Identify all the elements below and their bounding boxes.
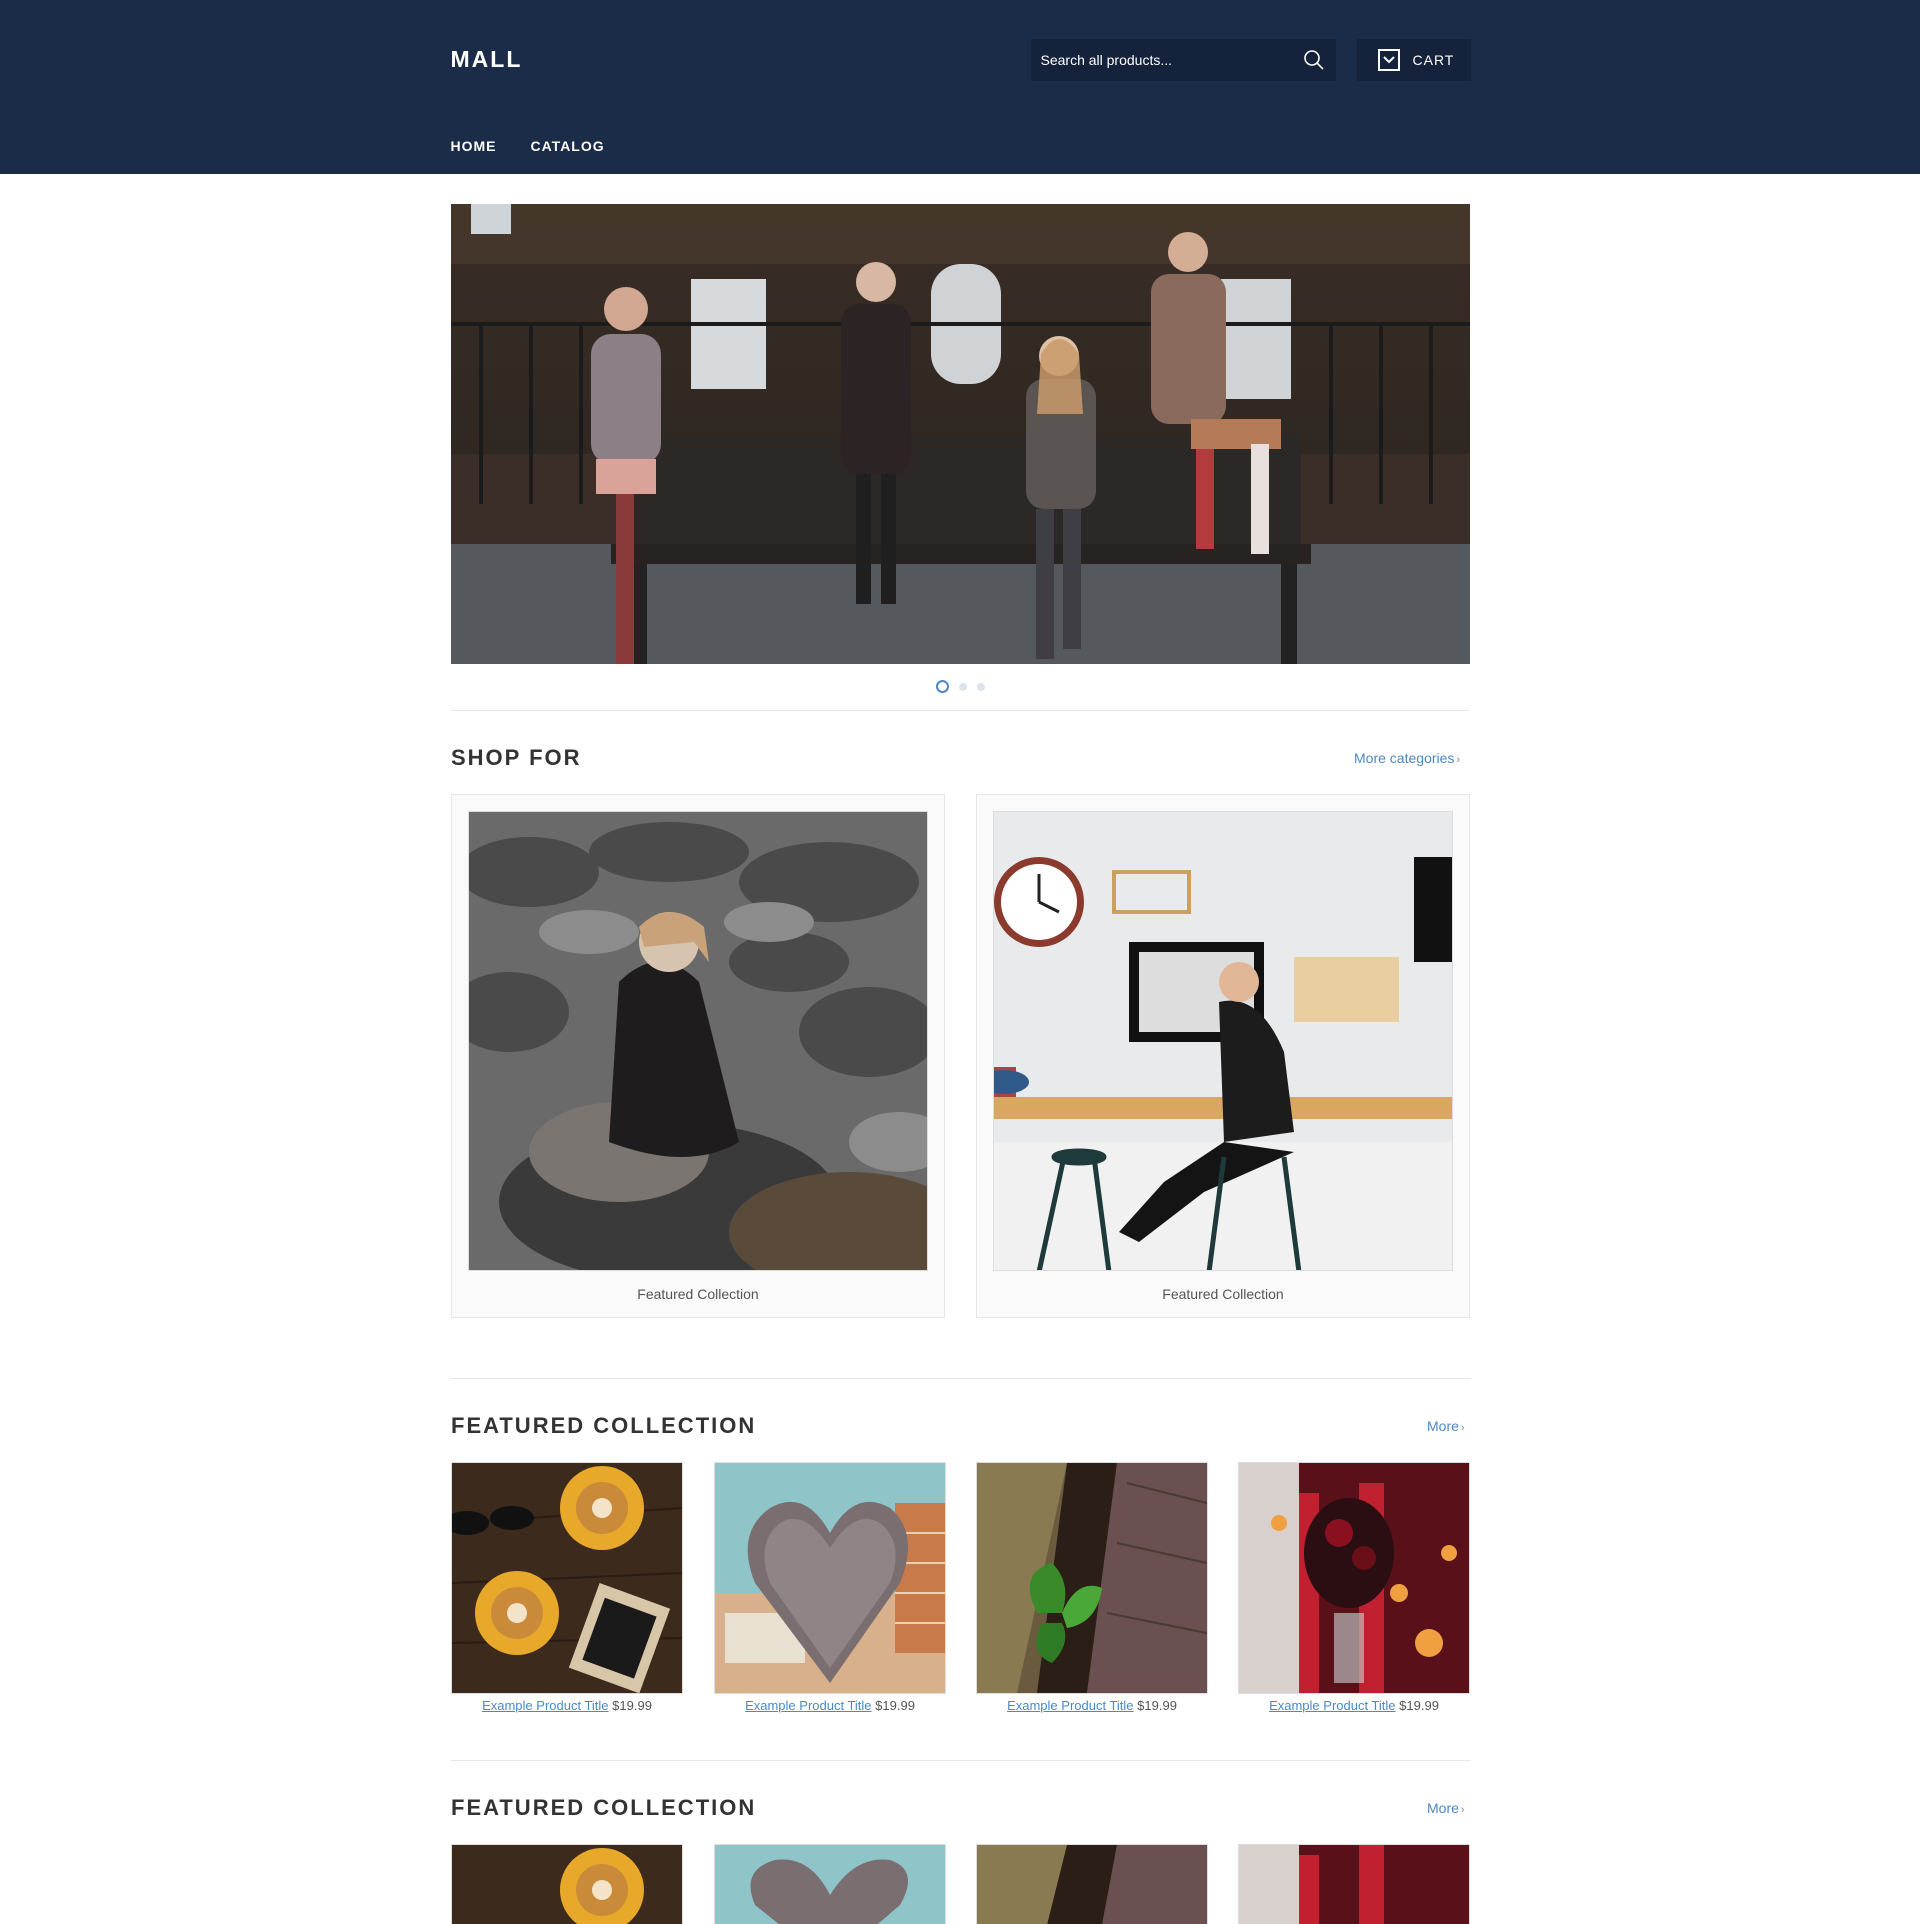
product-image[interactable]	[1238, 1462, 1470, 1694]
product-info: Example Product Title $19.99	[1238, 1698, 1470, 1713]
product-tile[interactable]	[714, 1844, 946, 1924]
product-title-link[interactable]: Example Product Title	[745, 1698, 871, 1713]
more-link-label: More	[1427, 1800, 1459, 1816]
shop-card[interactable]: Featured Collection	[976, 794, 1470, 1318]
product-title-link[interactable]: Example Product Title	[1007, 1698, 1133, 1713]
product-image[interactable]	[451, 1844, 683, 1924]
main-nav: HOME CATALOG	[451, 138, 605, 154]
more-link-label: More	[1427, 1418, 1459, 1434]
shop-card-image[interactable]	[993, 811, 1453, 1271]
product-tile[interactable]	[451, 1844, 683, 1924]
product-image[interactable]	[976, 1844, 1208, 1924]
nav-catalog[interactable]: CATALOG	[531, 138, 605, 154]
cart-icon	[1377, 48, 1401, 72]
cart-button[interactable]: CART	[1356, 39, 1471, 81]
product-info: Example Product Title $19.99	[714, 1698, 946, 1713]
product-image[interactable]	[1238, 1844, 1470, 1924]
chevron-right-icon: ›	[1460, 1422, 1465, 1434]
product-image[interactable]	[976, 1462, 1208, 1694]
search-icon[interactable]	[1302, 48, 1326, 72]
product-info: Example Product Title $19.99	[451, 1698, 683, 1713]
divider	[451, 710, 1470, 711]
product-tile[interactable]: Example Product Title $19.99	[976, 1462, 1208, 1713]
product-title-link[interactable]: Example Product Title	[482, 1698, 608, 1713]
product-price: $19.99	[875, 1698, 915, 1713]
product-image[interactable]	[714, 1844, 946, 1924]
chevron-right-icon: ›	[1460, 1804, 1465, 1816]
hero-slide-image[interactable]	[451, 204, 1470, 664]
divider	[451, 1378, 1470, 1379]
shop-card-caption[interactable]: Featured Collection	[452, 1286, 944, 1302]
product-tile[interactable]	[976, 1844, 1208, 1924]
product-tile[interactable]: Example Product Title $19.99	[451, 1462, 683, 1713]
slider-dots	[0, 680, 1920, 693]
product-price: $19.99	[1137, 1698, 1177, 1713]
slider-dot-3[interactable]	[976, 683, 985, 691]
site-logo[interactable]: MALL	[451, 46, 523, 73]
product-info: Example Product Title $19.99	[976, 1698, 1208, 1713]
search-bar	[1030, 39, 1336, 81]
search-input[interactable]	[1040, 52, 1302, 68]
slider-dot-1[interactable]	[935, 680, 949, 693]
product-price: $19.99	[1399, 1698, 1439, 1713]
site-header: MALL CART HOME CATALOG	[0, 0, 1920, 174]
divider	[451, 1760, 1470, 1761]
shop-card-caption[interactable]: Featured Collection	[977, 1286, 1469, 1302]
product-title-link[interactable]: Example Product Title	[1269, 1698, 1395, 1713]
product-tile[interactable]: Example Product Title $19.99	[1238, 1462, 1470, 1713]
section-title-featured: FEATURED COLLECTION	[451, 1795, 757, 1820]
shop-card[interactable]: Featured Collection	[451, 794, 945, 1318]
more-categories-label: More categories	[1354, 750, 1455, 766]
more-categories-link[interactable]: More categories ›	[1354, 750, 1460, 766]
product-tile[interactable]	[1238, 1844, 1470, 1924]
product-price: $19.99	[612, 1698, 652, 1713]
section-title-featured: FEATURED COLLECTION	[451, 1413, 757, 1438]
product-image[interactable]	[451, 1462, 683, 1694]
product-tile[interactable]: Example Product Title $19.99	[714, 1462, 946, 1713]
chevron-right-icon: ›	[1456, 754, 1461, 766]
cart-label: CART	[1412, 52, 1455, 68]
more-link[interactable]: More ›	[1427, 1418, 1465, 1434]
slider-dot-2[interactable]	[958, 683, 967, 691]
shop-card-image[interactable]	[468, 811, 928, 1271]
section-title-shop-for: SHOP FOR	[451, 745, 582, 770]
nav-home[interactable]: HOME	[451, 138, 497, 154]
product-image[interactable]	[714, 1462, 946, 1694]
more-link[interactable]: More ›	[1427, 1800, 1465, 1816]
